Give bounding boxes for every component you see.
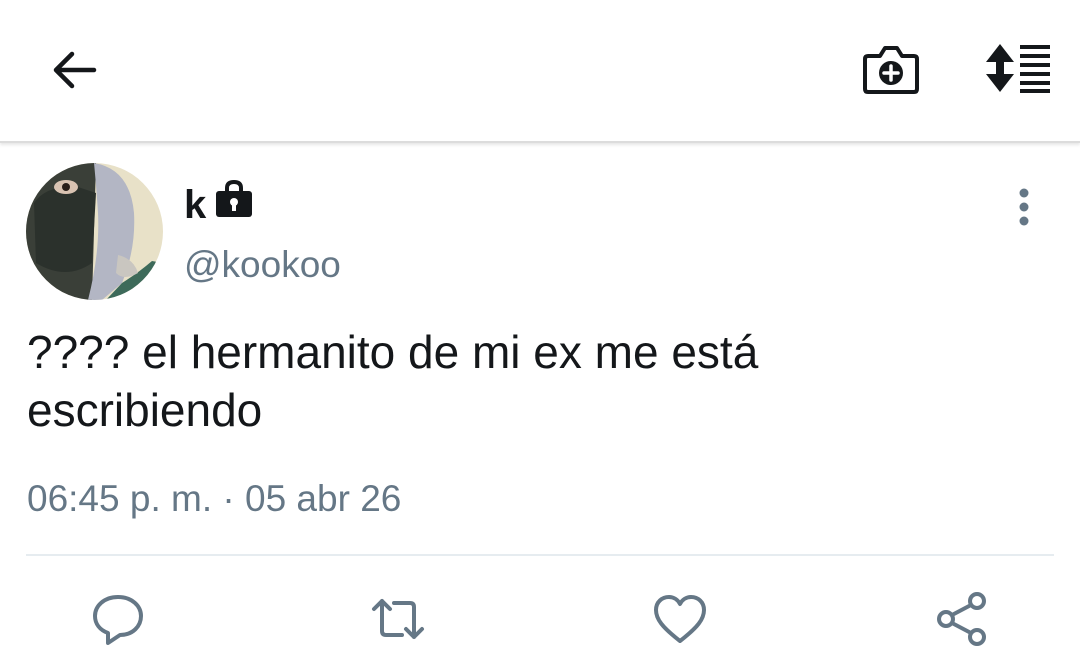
retweet-button[interactable] (370, 591, 426, 647)
timestamp-separator: · (222, 478, 235, 519)
reply-icon (93, 595, 143, 645)
divider (26, 554, 1054, 556)
top-app-bar (0, 0, 1080, 143)
user-handle[interactable]: @kookoo (184, 243, 341, 287)
avatar[interactable] (26, 163, 163, 300)
heart-icon (654, 595, 706, 643)
tweet-date: 05 abr 26 (245, 478, 402, 519)
retweet-icon (372, 599, 424, 639)
reply-button[interactable] (90, 591, 146, 647)
sort-list-icon (986, 44, 1050, 93)
more-vertical-icon (1019, 188, 1029, 226)
more-options-button[interactable] (1004, 185, 1044, 229)
tweet-text: ???? el hermanito de mi ex me está escri… (27, 326, 759, 436)
tweet-detail: k @kookoo ???? el hermanito de mi ex me … (0, 143, 1080, 671)
tweet-timestamp: 06:45 p. m. · 05 abr 26 (27, 477, 401, 521)
camera-plus-icon (863, 46, 919, 94)
lock-icon (212, 177, 256, 221)
share-icon (937, 592, 986, 646)
arrow-left-icon (53, 51, 97, 89)
share-button[interactable] (934, 591, 990, 647)
camera-button[interactable] (860, 38, 922, 100)
tweet-time: 06:45 p. m. (27, 478, 213, 519)
back-button[interactable] (48, 44, 100, 96)
like-button[interactable] (652, 591, 708, 647)
sort-button[interactable] (984, 42, 1052, 94)
display-name[interactable]: k (184, 181, 206, 229)
